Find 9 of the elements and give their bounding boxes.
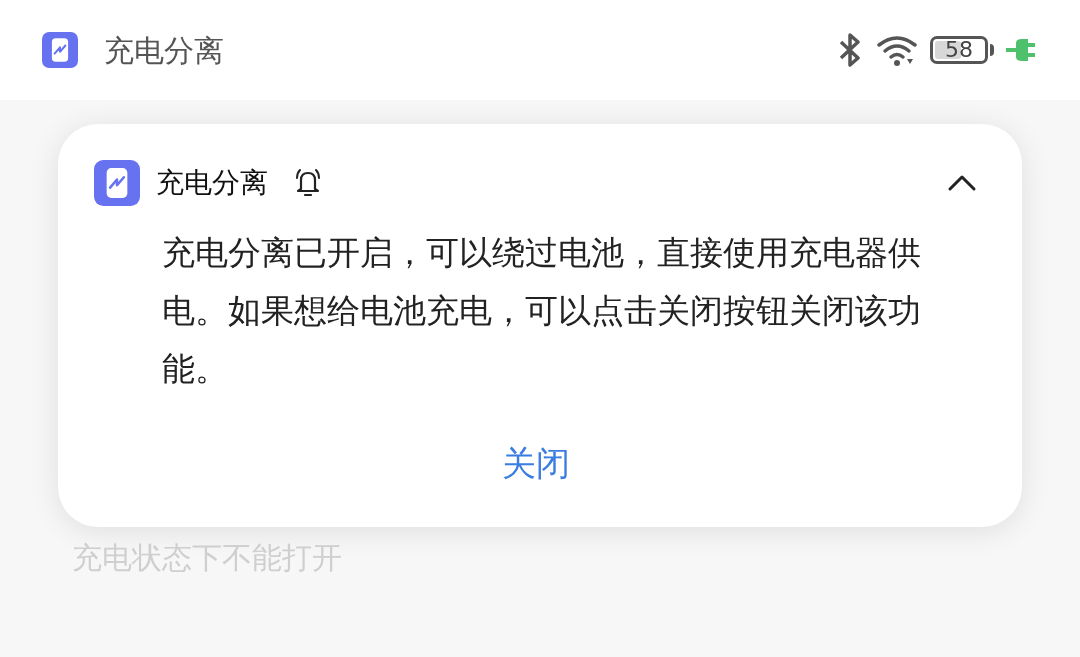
- app-title: 充电分离: [104, 31, 224, 70]
- wifi-icon: [876, 33, 918, 67]
- bell-icon: [294, 168, 322, 198]
- close-feature-button[interactable]: 关闭: [490, 438, 582, 489]
- notification-message: 充电分离已开启，可以绕过电池，直接使用充电器供电。如果想给电池充电，可以点击关闭按钮关闭该功能。: [161, 232, 922, 390]
- app-icon: [42, 32, 78, 68]
- battery-percentage: 58: [944, 39, 974, 61]
- app-icon: [94, 160, 140, 206]
- notification-app-name: 充电分离: [156, 165, 268, 201]
